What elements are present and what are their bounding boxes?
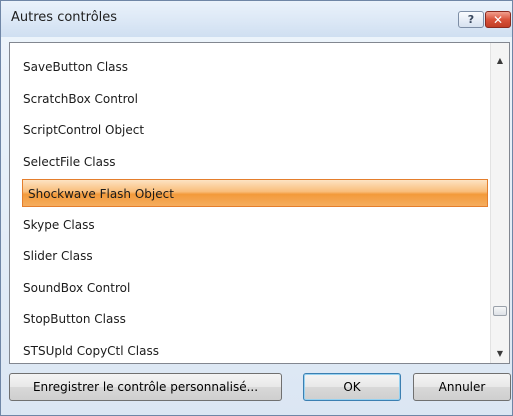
scroll-thumb[interactable] <box>493 306 507 316</box>
list-item[interactable]: Slider Class <box>20 243 490 269</box>
list-item-selected[interactable]: Shockwave Flash Object <box>22 179 488 207</box>
list-item-label: Skype Class <box>23 217 95 232</box>
cancel-label: Annuler <box>438 380 486 394</box>
list-item[interactable]: Skype Class <box>20 212 490 238</box>
title-bar[interactable]: Autres contrôles ? ✕ <box>1 1 512 37</box>
controls-listbox[interactable]: SaveButton Class ScratchBox Control Script… <box>9 42 510 364</box>
list-item[interactable]: StopButton Class <box>20 306 490 332</box>
close-icon: ✕ <box>492 12 504 27</box>
list-item[interactable]: SaveButton Class <box>20 54 490 80</box>
scroll-up-arrow-icon[interactable]: ▲ <box>491 51 509 69</box>
ok-button[interactable]: OK <box>303 373 401 401</box>
list-item-label: SelectFile Class <box>23 154 116 169</box>
list-item[interactable]: SelectFile Class <box>20 149 490 175</box>
list-item-label: ScratchBox Control <box>23 91 138 106</box>
register-control-button[interactable]: Enregistrer le contrôle personnalisé... <box>9 373 282 401</box>
list-item[interactable]: SoundBox Control <box>20 275 490 301</box>
list-item-label: SoundBox Control <box>23 280 131 295</box>
help-icon: ? <box>467 13 475 26</box>
vertical-scrollbar[interactable]: ▲ ▼ <box>490 43 509 363</box>
help-button[interactable]: ? <box>458 11 484 28</box>
close-button[interactable]: ✕ <box>485 11 511 28</box>
list-item-label: StopButton Class <box>23 312 126 326</box>
list-item[interactable]: ScriptControl Object <box>20 117 490 143</box>
ok-label: OK <box>343 380 361 394</box>
window-title: Autres contrôles <box>11 10 118 25</box>
scroll-down-arrow-icon[interactable]: ▼ <box>491 344 509 362</box>
list-item[interactable]: ScratchBox Control <box>20 86 490 112</box>
list-item-label: STSUpld CopyCtl Class <box>23 343 159 358</box>
list-item[interactable]: STSUpld CopyCtl Class <box>20 338 490 364</box>
list-item-label: SaveButton Class <box>23 60 129 74</box>
custom-controls-dialog: Autres contrôles ? ✕ SaveButton Class Scr… <box>0 0 513 416</box>
list-item-label: Slider Class <box>23 249 93 263</box>
list-item-label: Shockwave Flash Object <box>28 187 174 201</box>
register-control-label: Enregistrer le contrôle personnalisé... <box>32 380 259 394</box>
list-item-label: ScriptControl Object <box>23 123 145 137</box>
cancel-button[interactable]: Annuler <box>413 373 511 401</box>
